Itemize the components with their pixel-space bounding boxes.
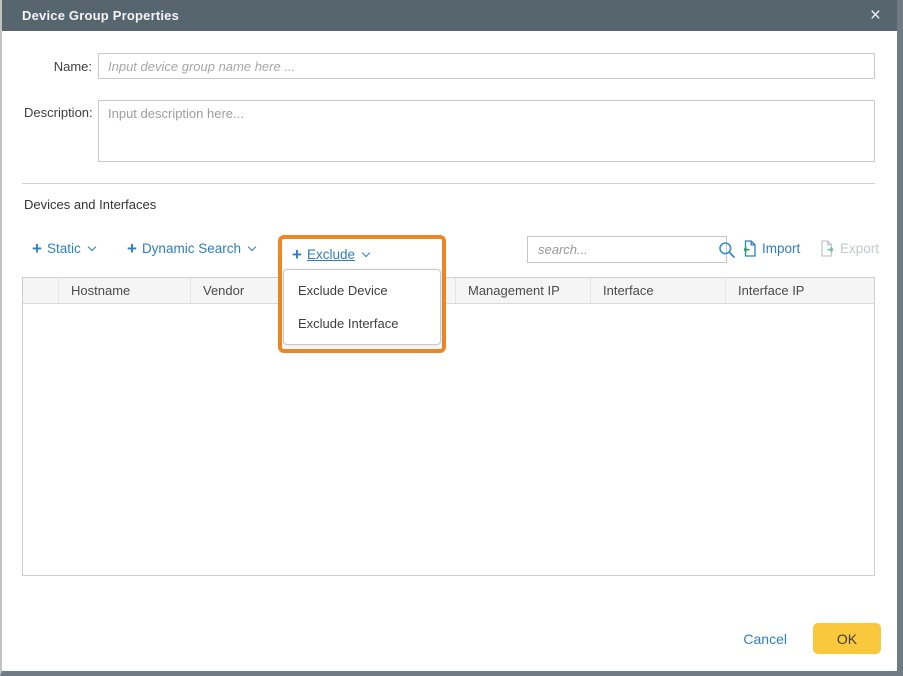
close-icon[interactable]: × (868, 6, 883, 25)
toolbar: + Static + Dynamic Search (2, 236, 897, 266)
exclude-label: Exclude (307, 247, 355, 262)
name-label: Name: (24, 59, 92, 74)
export-label: Export (840, 241, 879, 256)
description-input[interactable] (98, 100, 875, 162)
table-header-row: Hostname Vendor Management IP Interface … (23, 278, 874, 304)
exclude-dropdown-menu: Exclude Device Exclude Interface (283, 269, 441, 345)
device-group-properties-dialog: Device Group Properties × Name: Descript… (0, 0, 903, 676)
search-input[interactable] (528, 237, 718, 262)
exclude-dropdown-button[interactable]: + Exclude (282, 239, 379, 269)
plus-icon: + (127, 242, 137, 256)
column-header-interface-ip[interactable]: Interface IP (726, 278, 874, 303)
form-area: Name: Description: (2, 53, 897, 162)
column-header-management-ip[interactable]: Management IP (456, 278, 591, 303)
description-label: Description: (24, 100, 92, 120)
export-button: Export (820, 240, 879, 257)
chevron-down-icon (248, 243, 256, 251)
menu-item-exclude-device[interactable]: Exclude Device (284, 274, 440, 307)
dialog-footer: Cancel OK (743, 623, 881, 654)
section-divider (22, 183, 875, 184)
dynamic-search-dropdown-button[interactable]: + Dynamic Search (127, 241, 255, 256)
dialog-titlebar: Device Group Properties × (2, 0, 897, 31)
search-icon[interactable] (718, 241, 743, 259)
dialog-title: Device Group Properties (22, 8, 868, 23)
chevron-down-icon (87, 243, 95, 251)
chevron-down-icon (362, 249, 370, 257)
static-label: Static (47, 241, 81, 256)
section-title: Devices and Interfaces (24, 197, 875, 212)
menu-item-exclude-interface[interactable]: Exclude Interface (284, 307, 440, 340)
plus-icon: + (32, 242, 42, 256)
name-input[interactable] (98, 53, 875, 79)
column-header-hostname[interactable]: Hostname (59, 278, 191, 303)
cancel-button[interactable]: Cancel (743, 631, 787, 647)
dynamic-search-label: Dynamic Search (142, 241, 241, 256)
ok-button[interactable]: OK (813, 623, 881, 654)
devices-table: Hostname Vendor Management IP Interface … (22, 277, 875, 576)
column-header-interface[interactable]: Interface (591, 278, 726, 303)
column-header-select[interactable] (23, 278, 59, 303)
search-box (527, 236, 727, 263)
plus-icon: + (292, 248, 302, 262)
import-label: Import (762, 241, 800, 256)
import-file-icon (742, 240, 757, 257)
exclude-highlight-box: + Exclude Exclude Device Exclude Interfa… (278, 235, 446, 353)
import-button[interactable]: Import (742, 240, 800, 257)
table-body-empty (23, 304, 874, 575)
export-file-icon (820, 240, 835, 257)
static-dropdown-button[interactable]: + Static (32, 241, 95, 256)
